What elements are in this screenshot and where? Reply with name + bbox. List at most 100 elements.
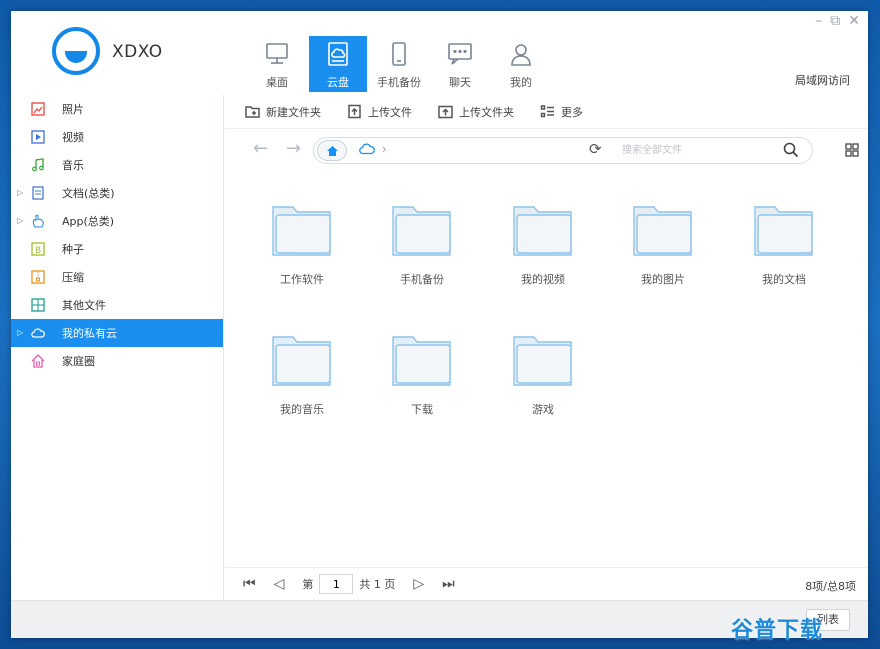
upload-file-button[interactable]: 上传文件 — [347, 104, 412, 120]
video-icon — [31, 130, 45, 144]
folder-icon — [513, 206, 572, 256]
app-logo-icon — [52, 27, 100, 75]
next-page-button[interactable]: ▷ — [413, 576, 424, 592]
upload-file-label: 上传文件 — [368, 105, 412, 119]
sidebar-item-photos[interactable]: 照片 — [11, 95, 223, 123]
upload-folder-label: 上传文件夹 — [459, 105, 514, 119]
address-row: ← → › ⟳ — [225, 129, 868, 169]
more-button[interactable]: 更多 — [540, 104, 583, 120]
sidebar: 照片 视频 音乐 ▷ 文档(总类) ▷ App(总类) B 种子 压缩 其他文件… — [11, 95, 224, 600]
main-panel: 新建文件夹 上传文件 上传文件夹 更多 ← → › ⟳ 搜索全部文件 工作软件 … — [225, 95, 868, 600]
phone-icon — [392, 42, 406, 66]
nav-mine[interactable]: 我的 — [492, 36, 550, 92]
folder-item[interactable]: 工作软件 — [252, 203, 352, 313]
sidebar-item-music[interactable]: 音乐 — [11, 151, 223, 179]
music-icon — [32, 158, 44, 172]
folder-item[interactable]: 下载 — [372, 333, 472, 443]
first-page-button[interactable]: ⏮ — [243, 576, 256, 592]
folder-grid: 工作软件 手机备份 我的视频 我的图片 我的文档 我的音乐 下载 游戏 — [225, 169, 868, 567]
sidebar-item-private-cloud[interactable]: ▷ 我的私有云 — [11, 319, 223, 347]
svg-text:B: B — [35, 246, 41, 256]
folder-label: 下载 — [411, 403, 433, 416]
search-input[interactable] — [614, 138, 784, 163]
expand-arrow-icon[interactable]: ▷ — [17, 188, 23, 197]
pagination: ⏮ ◁ 第 共 1 页 ▷ ⏭ 8项/总8项 — [225, 567, 868, 600]
forward-button[interactable]: → — [286, 138, 301, 159]
back-button[interactable]: ← — [253, 138, 268, 159]
home-button[interactable] — [317, 140, 347, 161]
sidebar-item-label: 音乐 — [62, 159, 84, 172]
header: XDXO 桌面 云盘 手机备份 聊天 我的 局域网访问 — [11, 11, 868, 95]
nav-label: 手机备份 — [377, 76, 421, 89]
list-menu-icon — [540, 105, 554, 118]
folder-label: 我的文档 — [762, 273, 806, 286]
toolbar: 新建文件夹 上传文件 上传文件夹 更多 — [225, 95, 868, 129]
folder-icon — [754, 206, 813, 256]
folder-icon — [513, 336, 572, 386]
photo-icon — [31, 102, 45, 116]
address-bar[interactable]: › ⟳ — [313, 137, 813, 164]
monitor-icon — [266, 43, 288, 64]
search-icon[interactable] — [783, 142, 799, 158]
more-label: 更多 — [561, 105, 583, 119]
grid-view-icon[interactable] — [845, 143, 859, 157]
folder-item[interactable]: 我的视频 — [493, 203, 593, 313]
new-folder-button[interactable]: 新建文件夹 — [245, 104, 321, 120]
folder-item[interactable]: 我的文档 — [734, 203, 834, 313]
folder-icon — [392, 336, 451, 386]
sidebar-item-videos[interactable]: 视频 — [11, 123, 223, 151]
sidebar-item-label: 家庭圈 — [62, 355, 95, 368]
folder-icon — [272, 206, 331, 256]
folder-item[interactable]: 我的音乐 — [252, 333, 352, 443]
cloud-icon — [31, 328, 45, 338]
nav-desktop[interactable]: 桌面 — [248, 36, 306, 92]
prev-page-button[interactable]: ◁ — [274, 576, 285, 592]
sidebar-item-documents[interactable]: ▷ 文档(总类) — [11, 179, 223, 207]
home-icon — [31, 354, 45, 368]
nav-chat[interactable]: 聊天 — [431, 36, 489, 92]
sidebar-item-label: 其他文件 — [62, 299, 106, 312]
sidebar-item-label: 我的私有云 — [62, 327, 117, 340]
app-icon — [32, 214, 44, 228]
sidebar-item-other-files[interactable]: 其他文件 — [11, 291, 223, 319]
cloud-drive-icon — [328, 42, 348, 66]
sidebar-item-label: App(总类) — [62, 215, 115, 228]
page-prefix: 第 — [302, 578, 314, 591]
sidebar-item-apps[interactable]: ▷ App(总类) — [11, 207, 223, 235]
nav-phone-backup[interactable]: 手机备份 — [370, 36, 428, 92]
upload-file-icon — [348, 104, 361, 119]
app-window: – ⧉ ✕ XDXO 桌面 云盘 手机备份 聊天 我的 局域网访问 照片 视频 … — [11, 11, 868, 638]
archive-icon — [31, 270, 45, 284]
watermark-logo: 谷普下载 — [730, 618, 823, 643]
folder-icon — [392, 206, 451, 256]
sidebar-item-archives[interactable]: 压缩 — [11, 263, 223, 291]
folder-label: 工作软件 — [280, 273, 324, 286]
upload-folder-icon — [438, 105, 453, 119]
lan-access-link[interactable]: 局域网访问 — [795, 72, 850, 88]
nav-label: 我的 — [510, 76, 532, 89]
page-number-input[interactable] — [319, 574, 354, 594]
new-folder-icon — [245, 106, 260, 118]
sidebar-item-label: 照片 — [62, 103, 84, 116]
folder-item[interactable]: 游戏 — [493, 333, 593, 443]
item-count: 8项/总8项 — [805, 580, 856, 593]
page-total: 共 1 页 — [359, 578, 396, 591]
cloud-breadcrumb-icon[interactable] — [359, 143, 375, 155]
upload-folder-button[interactable]: 上传文件夹 — [438, 104, 514, 120]
chat-icon — [448, 43, 472, 65]
folder-item[interactable]: 我的图片 — [613, 203, 713, 313]
breadcrumb-separator: › — [382, 142, 387, 156]
document-icon — [32, 186, 44, 200]
sidebar-item-label: 文档(总类) — [62, 187, 115, 200]
sidebar-item-family[interactable]: 家庭圈 — [11, 347, 223, 375]
sidebar-item-label: 视频 — [62, 131, 84, 144]
nav-cloud-drive[interactable]: 云盘 — [309, 36, 367, 92]
other-files-icon — [31, 298, 45, 312]
folder-item[interactable]: 手机备份 — [372, 203, 472, 313]
last-page-button[interactable]: ⏭ — [442, 576, 455, 592]
sidebar-item-torrents[interactable]: B 种子 — [11, 235, 223, 263]
folder-label: 游戏 — [532, 403, 554, 416]
expand-arrow-icon[interactable]: ▷ — [17, 216, 23, 225]
expand-arrow-icon[interactable]: ▷ — [17, 328, 23, 337]
refresh-button[interactable]: ⟳ — [589, 140, 602, 158]
